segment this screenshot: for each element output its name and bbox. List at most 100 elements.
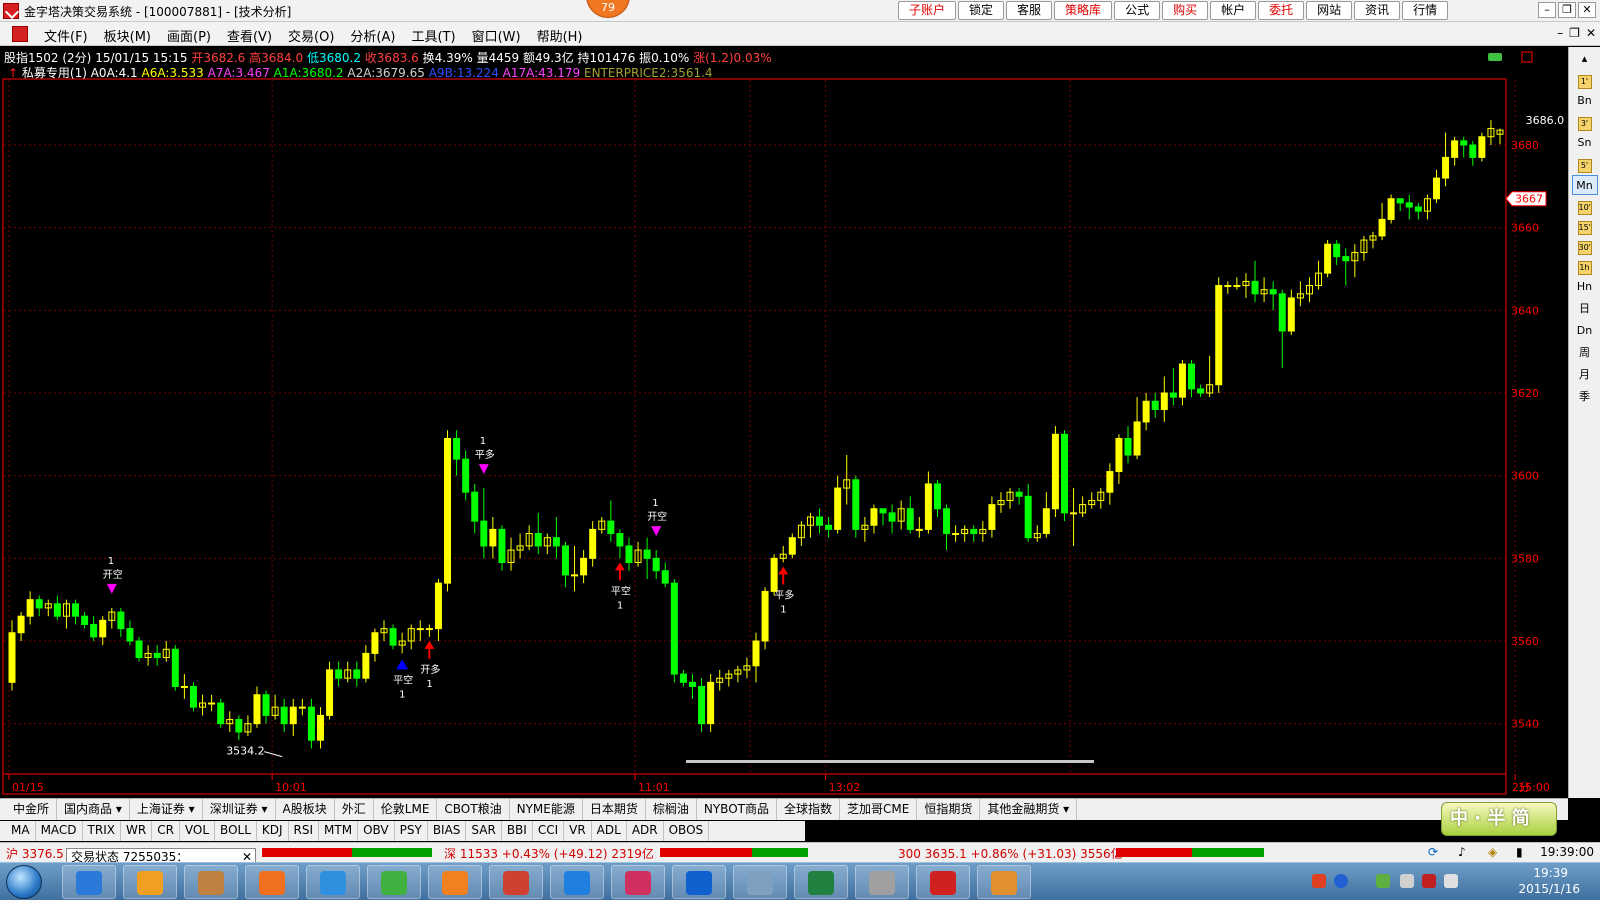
lock-icon[interactable]: ▮ xyxy=(1516,845,1523,859)
tray-app-icon[interactable] xyxy=(1312,874,1326,888)
menu-item-2[interactable]: 画面(P) xyxy=(159,26,219,45)
indicator-tab-bias[interactable]: BIAS xyxy=(428,821,467,841)
top-button-0[interactable]: 子账户 xyxy=(898,1,957,20)
top-button-4[interactable]: 公式 xyxy=(1114,1,1161,20)
period-button-0[interactable]: Bn xyxy=(1572,91,1598,111)
taskbar-app-maps[interactable] xyxy=(611,865,665,899)
category-tab-13[interactable]: 芝加哥CME xyxy=(840,799,918,820)
indicator-tab-rsi[interactable]: RSI xyxy=(289,821,320,841)
start-button[interactable] xyxy=(6,865,42,899)
taskbar-app-video[interactable] xyxy=(550,865,604,899)
period-button-1[interactable]: Sn xyxy=(1572,133,1598,153)
top-button-10[interactable]: 行情 xyxy=(1402,1,1449,20)
category-tab-14[interactable]: 恒指期货 xyxy=(917,799,981,820)
period-minute-icon-0[interactable]: 1' xyxy=(1577,75,1592,89)
menu-item-6[interactable]: 工具(T) xyxy=(403,26,463,45)
period-button-3[interactable]: Hn xyxy=(1572,277,1598,297)
connection-icon[interactable]: ⟳ xyxy=(1428,845,1438,859)
indicator-tab-vr[interactable]: VR xyxy=(564,821,592,841)
category-tab-15[interactable]: 其他金融期货 ▾ xyxy=(980,799,1078,820)
menu-item-1[interactable]: 板块(M) xyxy=(96,26,159,45)
category-tab-1[interactable]: 国内商品 ▾ xyxy=(57,799,130,820)
notification-badge[interactable]: 79 xyxy=(586,0,630,18)
period-button-8[interactable]: 季 xyxy=(1572,387,1598,407)
indicator-tab-obv[interactable]: OBV xyxy=(358,821,395,841)
menu-item-0[interactable]: 文件(F) xyxy=(36,26,96,45)
taskbar-app-calc[interactable] xyxy=(916,865,970,899)
taskbar-app-ie2[interactable] xyxy=(733,865,787,899)
category-tab-0[interactable]: 中金所 xyxy=(6,799,58,820)
taskbar-app-qq[interactable] xyxy=(428,865,482,899)
taskbar-app-player[interactable] xyxy=(245,865,299,899)
period-minute-icon-5[interactable]: 30' xyxy=(1577,241,1592,255)
top-button-2[interactable]: 客服 xyxy=(1006,1,1053,20)
menu-item-4[interactable]: 交易(O) xyxy=(280,26,342,45)
taskbar-app-wh6[interactable] xyxy=(672,865,726,899)
period-button-5[interactable]: Dn xyxy=(1572,321,1598,341)
taskbar-app-media[interactable] xyxy=(123,865,177,899)
taskbar-app-excel[interactable] xyxy=(855,865,909,899)
top-button-6[interactable]: 帐户 xyxy=(1210,1,1257,20)
period-button-7[interactable]: 月 xyxy=(1572,365,1598,385)
top-button-9[interactable]: 资讯 xyxy=(1354,1,1401,20)
ime-status-badge[interactable]: 中 · 半 简 xyxy=(1441,802,1557,836)
category-tab-2[interactable]: 上海证券 ▾ xyxy=(130,799,203,820)
period-minute-icon-1[interactable]: 3' xyxy=(1577,117,1592,131)
indicator-tab-ma[interactable]: MA xyxy=(6,821,36,841)
close-button[interactable]: ✕ xyxy=(1578,2,1596,18)
tray-flag-icon[interactable] xyxy=(1422,874,1436,888)
indicator-tab-psy[interactable]: PSY xyxy=(395,821,428,841)
indicator-tab-mtm[interactable]: MTM xyxy=(319,821,359,841)
strategy-name[interactable]: 私募专用(1) xyxy=(22,66,87,80)
indicator-tab-cci[interactable]: CCI xyxy=(533,821,565,841)
period-minute-icon-3[interactable]: 10' xyxy=(1577,201,1592,215)
category-tab-3[interactable]: 深圳证券 ▾ xyxy=(203,799,276,820)
category-tab-12[interactable]: 全球指数 xyxy=(777,799,840,820)
indicator-tab-bbi[interactable]: BBI xyxy=(502,821,533,841)
indicator-tab-wr[interactable]: WR xyxy=(121,821,153,841)
bell-icon[interactable]: ♪ xyxy=(1458,845,1466,859)
indicator-tab-kdj[interactable]: KDJ xyxy=(257,821,289,841)
menu-item-7[interactable]: 窗口(W) xyxy=(464,26,529,45)
top-button-3[interactable]: 策略库 xyxy=(1054,1,1113,20)
clock-date[interactable]: 2015/1/16 xyxy=(1518,882,1580,896)
period-scroll-up-icon[interactable]: ▴ xyxy=(1572,49,1598,69)
taskbar-app-bird[interactable] xyxy=(306,865,360,899)
period-minute-icon-4[interactable]: 15' xyxy=(1577,221,1592,235)
kline-chart[interactable]: 3540 3560 3580 3600 3620 3640 3660 3680 01/15 10:… xyxy=(0,47,1568,798)
category-tab-7[interactable]: CBOT粮油 xyxy=(437,799,510,820)
indicator-tab-obos[interactable]: OBOS xyxy=(664,821,710,841)
category-tab-9[interactable]: 日本期货 xyxy=(583,799,646,820)
volume-icon[interactable] xyxy=(1444,874,1458,888)
period-minute-icon-6[interactable]: 1h xyxy=(1577,261,1592,275)
tray-network-icon[interactable] xyxy=(1400,874,1414,888)
child-close-button[interactable]: ✕ xyxy=(1586,26,1596,40)
indicator-tab-adr[interactable]: ADR xyxy=(627,821,664,841)
top-button-7[interactable]: 委托 xyxy=(1258,1,1305,20)
minimize-button[interactable]: – xyxy=(1538,2,1556,18)
top-button-8[interactable]: 网站 xyxy=(1306,1,1353,20)
menu-item-8[interactable]: 帮助(H) xyxy=(529,26,591,45)
indicator-tab-adl[interactable]: ADL xyxy=(592,821,627,841)
restore-button[interactable]: ❐ xyxy=(1558,2,1576,18)
indicator-tab-vol[interactable]: VOL xyxy=(180,821,216,841)
category-tab-5[interactable]: 外汇 xyxy=(335,799,374,820)
top-button-5[interactable]: 购买 xyxy=(1162,1,1209,20)
category-tab-8[interactable]: NYME能源 xyxy=(510,799,583,820)
indicator-tab-boll[interactable]: BOLL xyxy=(215,821,257,841)
period-minute-icon-2[interactable]: 5' xyxy=(1577,159,1592,173)
menu-item-5[interactable]: 分析(A) xyxy=(342,26,403,45)
taskbar-app-chrome[interactable] xyxy=(489,865,543,899)
top-button-1[interactable]: 锁定 xyxy=(958,1,1005,20)
indicator-tab-macd[interactable]: MACD xyxy=(36,821,83,841)
chart-canvas[interactable]: 3540356035803600362036403660368001/15 10:… xyxy=(0,47,1568,798)
menu-item-3[interactable]: 查看(V) xyxy=(219,26,280,45)
taskbar-app-ie[interactable] xyxy=(62,865,116,899)
taskbar-app-360[interactable] xyxy=(367,865,421,899)
indicator-tab-cr[interactable]: CR xyxy=(152,821,180,841)
tray-chat-icon[interactable] xyxy=(1376,874,1390,888)
period-button-4[interactable]: 日 xyxy=(1572,299,1598,319)
taskbar-app-notepad[interactable] xyxy=(794,865,848,899)
help-icon[interactable] xyxy=(1334,874,1348,888)
clock-time[interactable]: 19:39 xyxy=(1533,866,1568,880)
